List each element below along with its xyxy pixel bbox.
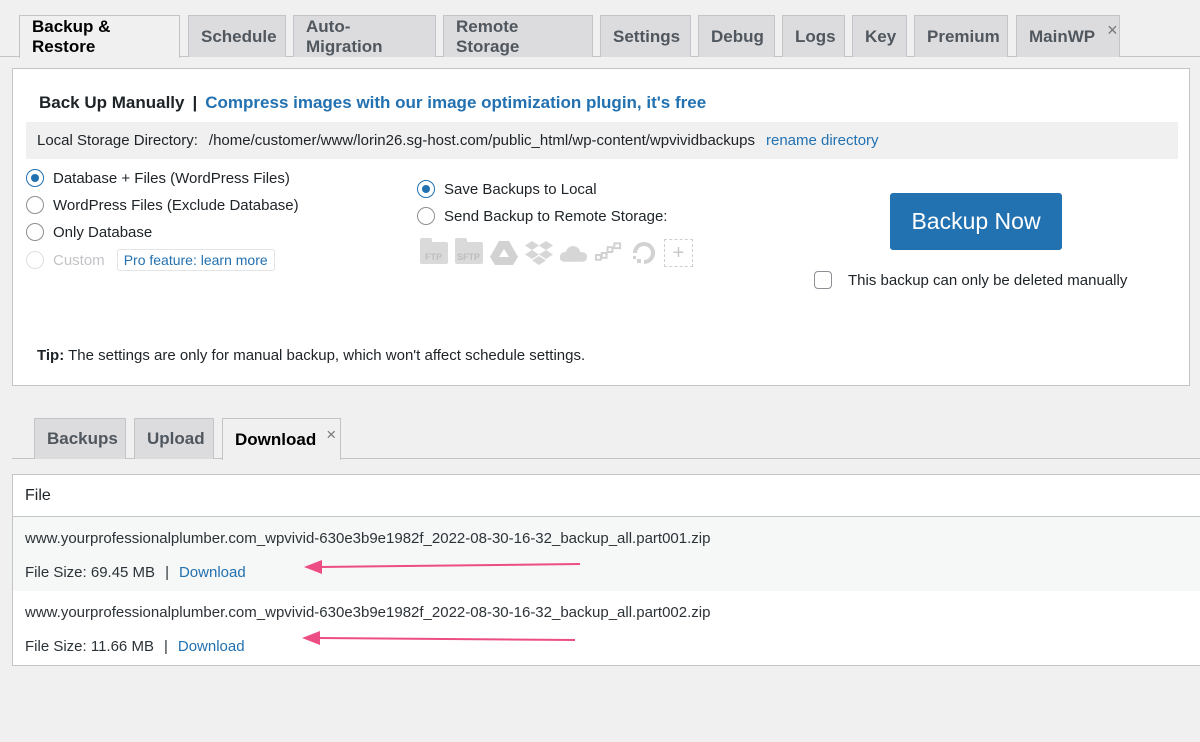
arrow-head <box>304 560 322 574</box>
radio-button[interactable] <box>417 180 435 198</box>
tab-label: Premium <box>927 26 1000 46</box>
radio-button[interactable] <box>26 196 44 214</box>
backup-now-button[interactable]: Backup Now <box>890 193 1062 250</box>
tab-label: Backup & Restore <box>32 17 111 56</box>
radio-button <box>26 251 44 269</box>
radio-only-database[interactable]: Only Database <box>26 223 152 241</box>
radio-wordpress-files[interactable]: WordPress Files (Exclude Database) <box>26 196 299 214</box>
tab-premium[interactable]: Premium <box>914 15 1008 57</box>
radio-button[interactable] <box>26 169 44 187</box>
tab-backup-restore[interactable]: Backup & Restore <box>19 15 180 58</box>
manual-delete-option[interactable]: This backup can only be deleted manually <box>814 271 1127 289</box>
file-name: www.yourprofessionalplumber.com_wpvivid-… <box>25 604 711 621</box>
tab-backups[interactable]: Backups <box>34 418 126 459</box>
storage-path: /home/customer/www/lorin26.sg-host.com/p… <box>208 132 755 149</box>
file-meta: File Size: 69.45 MB | Download <box>25 564 246 581</box>
close-icon[interactable]: × <box>1107 20 1118 41</box>
arrow-shaft <box>317 637 576 641</box>
column-header-file: File <box>25 486 51 504</box>
radio-database-files[interactable]: Database + Files (WordPress Files) <box>26 169 290 187</box>
ftp-icon[interactable]: FTP <box>419 238 448 267</box>
download-link[interactable]: Download <box>179 564 246 581</box>
radio-label: WordPress Files (Exclude Database) <box>53 196 299 214</box>
local-storage-directory-bar: Local Storage Directory: /home/customer/… <box>26 122 1178 159</box>
close-icon[interactable]: × <box>326 425 336 445</box>
meta-separator: | <box>165 564 169 581</box>
radio-label: Only Database <box>53 223 153 241</box>
tab-label: Remote Storage <box>456 16 520 56</box>
tab-settings[interactable]: Settings <box>600 15 691 57</box>
tab-label: Auto-Migration <box>306 16 383 56</box>
tip-text: Tip: The settings are only for manual ba… <box>37 347 585 364</box>
table-row: www.yourprofessionalplumber.com_wpvivid-… <box>13 591 1200 665</box>
tab-remote-storage[interactable]: Remote Storage <box>443 15 593 57</box>
radio-button[interactable] <box>417 207 435 225</box>
s3-compatible-icon[interactable] <box>594 239 623 267</box>
tab-label: Key <box>865 26 897 46</box>
table-header: File <box>13 475 1200 517</box>
tip-label: Tip: <box>37 347 65 364</box>
tab-debug[interactable]: Debug <box>698 15 775 57</box>
main-nav-tabs: Backup & Restore Schedule Auto-Migration… <box>0 15 1200 58</box>
file-name: www.yourprofessionalplumber.com_wpvivid-… <box>25 530 711 547</box>
radio-label: Database + Files (WordPress Files) <box>53 169 290 187</box>
tab-label: Schedule <box>201 26 277 46</box>
pro-feature-link[interactable]: Pro feature: learn more <box>116 249 275 271</box>
tab-label: Download <box>235 429 317 449</box>
download-link[interactable]: Download <box>178 638 245 655</box>
ftp-folder: FTP <box>419 238 448 264</box>
radio-custom: Custom Pro feature: learn more <box>26 249 275 271</box>
sftp-icon[interactable]: SFTP <box>454 238 483 267</box>
remote-storage-icons: FTP SFTP + <box>419 238 693 267</box>
tab-label: MainWP <box>1029 26 1096 46</box>
manual-delete-label: This backup can only be deleted manually <box>848 271 1128 289</box>
file-size: File Size: 69.45 MB <box>25 564 156 581</box>
radio-label: Save Backups to Local <box>444 180 597 198</box>
storage-label: Local Storage Directory: <box>37 132 198 149</box>
tab-upload[interactable]: Upload <box>134 418 214 459</box>
tab-logs[interactable]: Logs <box>782 15 845 57</box>
tab-label: Backups <box>47 429 118 448</box>
radio-send-remote[interactable]: Send Backup to Remote Storage: <box>417 207 667 225</box>
arrow-head <box>302 631 320 645</box>
rename-directory-link[interactable]: rename directory <box>766 132 879 149</box>
tab-download[interactable]: Download × <box>222 418 341 460</box>
onedrive-icon[interactable] <box>559 239 588 267</box>
tab-schedule[interactable]: Schedule <box>188 15 286 57</box>
panel-title: Back Up Manually <box>39 93 185 112</box>
tab-mainwp[interactable]: MainWP × <box>1016 15 1120 57</box>
annotation-arrow-1 <box>304 560 581 574</box>
file-meta: File Size: 11.66 MB | Download <box>25 638 245 655</box>
radio-label: Send Backup to Remote Storage: <box>444 207 668 225</box>
manual-delete-checkbox[interactable] <box>814 271 832 289</box>
radio-button[interactable] <box>26 223 44 241</box>
download-file-table: File www.yourprofessionalplumber.com_wpv… <box>12 474 1200 666</box>
tab-label: Debug <box>711 26 764 46</box>
radio-label: Custom <box>53 251 105 269</box>
tab-key[interactable]: Key <box>852 15 907 57</box>
google-drive-icon[interactable] <box>489 239 518 267</box>
radio-save-local[interactable]: Save Backups to Local <box>417 180 597 198</box>
heading-separator: | <box>192 93 198 112</box>
file-size: File Size: 11.66 MB <box>25 638 154 655</box>
digitalocean-icon[interactable] <box>629 239 658 267</box>
meta-separator: | <box>163 638 168 655</box>
add-storage-icon[interactable]: + <box>664 239 693 267</box>
dropbox-icon[interactable] <box>524 239 553 267</box>
tab-label: Upload <box>147 429 205 448</box>
arrow-shaft <box>319 563 581 568</box>
panel-heading: Back Up Manually | Compress images with ou… <box>39 93 706 113</box>
sftp-folder: SFTP <box>454 238 483 264</box>
tab-label: Settings <box>613 26 681 46</box>
table-row: www.yourprofessionalplumber.com_wpvivid-… <box>13 517 1200 591</box>
tip-message: The settings are only for manual backup,… <box>64 347 586 364</box>
backup-sub-tabs: Backups Upload Download × <box>12 418 1200 460</box>
tab-auto-migration[interactable]: Auto-Migration <box>293 15 436 57</box>
annotation-arrow-2 <box>302 631 576 645</box>
backup-manually-panel: Back Up Manually | Compress images with ou… <box>12 68 1190 386</box>
image-optimization-promo-link[interactable]: Compress images with our image optimizat… <box>205 93 706 112</box>
tab-label: Logs <box>795 26 836 46</box>
